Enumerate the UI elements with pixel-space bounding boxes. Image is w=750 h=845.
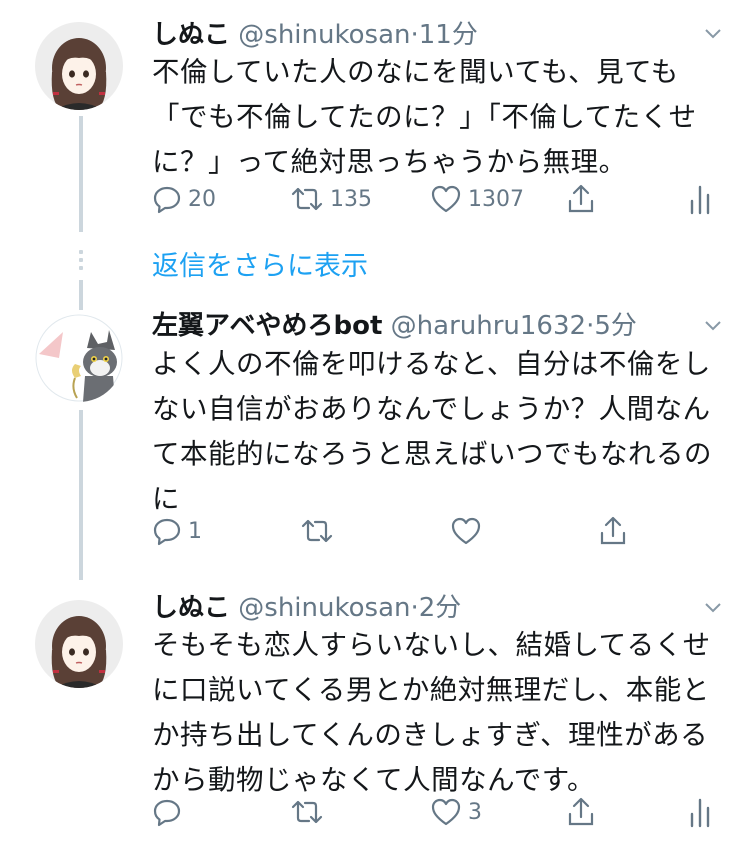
chevron-down-icon[interactable]	[704, 316, 722, 334]
user-handle[interactable]: @shinukosan	[238, 20, 410, 50]
display-name[interactable]: 左翼アベやめろbot	[152, 311, 382, 341]
separator-dot: ·	[410, 593, 419, 623]
tweet-body: よく人の不倫を叩けるなと、自分は不倫をし ない自信がおありなんでしょうか？人間な…	[152, 342, 722, 522]
analytics-icon	[690, 185, 710, 215]
separator-dot: ·	[410, 20, 419, 50]
like-button[interactable]: 1307	[430, 181, 524, 217]
reply-count: 20	[188, 186, 216, 212]
user-handle[interactable]: @haruhru1632	[391, 311, 586, 341]
chevron-down-icon[interactable]	[704, 24, 722, 42]
tweet-line: 「でも不倫してたのに？」「不倫してたくせ	[152, 101, 697, 133]
reply-count: 1	[188, 518, 202, 544]
thread-gap-dots	[79, 250, 83, 274]
share-icon	[568, 184, 594, 213]
retweet-button[interactable]: 135	[290, 181, 372, 217]
analytics-button[interactable]	[688, 794, 712, 830]
tweet-line: ない自信がおありなんでしょうか？人間なん	[152, 393, 711, 425]
display-name[interactable]: しぬこ	[152, 593, 230, 623]
share-button[interactable]	[566, 794, 596, 830]
like-count: 1307	[468, 186, 524, 212]
like-icon	[451, 517, 481, 545]
analytics-button[interactable]	[688, 181, 712, 217]
retweet-icon	[301, 519, 333, 543]
like-button[interactable]: 3	[430, 794, 482, 830]
retweet-button[interactable]	[290, 794, 330, 830]
chevron-down-icon[interactable]	[704, 598, 722, 616]
share-button[interactable]	[598, 513, 628, 549]
tweet-header: 左翼アベやめろbot @haruhru1632·5分	[152, 309, 637, 343]
analytics-icon	[690, 798, 710, 828]
retweet-icon	[291, 800, 323, 824]
tweet-time[interactable]: 11分	[419, 20, 478, 50]
like-icon	[431, 185, 461, 213]
share-icon	[600, 516, 626, 545]
avatar-girl-icon[interactable]	[35, 600, 123, 688]
tweet-time[interactable]: 2分	[419, 593, 462, 623]
tweet-actions: 20 135 1307	[152, 181, 722, 217]
share-button[interactable]	[566, 181, 596, 217]
avatar-girl-icon[interactable]	[35, 22, 123, 110]
reply-icon	[153, 518, 181, 546]
thread-line-3	[79, 410, 83, 580]
tweet-actions: 1	[152, 513, 722, 549]
tweet-header: しぬこ @shinukosan·2分	[152, 591, 461, 625]
reply-button[interactable]: 1	[152, 513, 202, 549]
tweet-line: に口説いてくる男とか絶対無理だし、本能と	[152, 674, 710, 706]
show-more-replies-link[interactable]: 返信をさらに表示	[152, 244, 368, 283]
display-name[interactable]: しぬこ	[152, 20, 230, 50]
reply-button[interactable]	[152, 794, 188, 830]
tweet-line: に？」って絶対思っちゃうから無理。	[152, 146, 627, 178]
thread-line-2	[79, 280, 83, 310]
reply-icon	[153, 186, 181, 214]
retweet-button[interactable]	[300, 513, 340, 549]
reply-icon	[153, 799, 181, 827]
tweet-line: 不倫していた人のなにを聞いても、見ても	[152, 56, 679, 88]
tweet-body: そもそも恋人すらいないし、結婚してるくせ に口説いてくる男とか絶対無理だし、本能…	[152, 623, 722, 803]
share-icon	[568, 797, 594, 826]
like-count: 3	[468, 799, 482, 825]
tweet-line: そもそも恋人すらいないし、結婚してるくせ	[152, 629, 711, 661]
tweet-line: か持ち出してくんのきしょすぎ、理性がある	[152, 719, 709, 751]
like-button[interactable]	[450, 513, 488, 549]
tweet-header: しぬこ @shinukosan·11分	[152, 18, 478, 52]
thread-line-1	[79, 116, 83, 232]
tweet-body: 不倫していた人のなにを聞いても、見ても 「でも不倫してたのに？」「不倫してたくせ…	[152, 50, 722, 185]
tweet-actions: 3	[152, 794, 722, 830]
user-handle[interactable]: @shinukosan	[238, 593, 410, 623]
tweet-line: て本能的になろうと思えばいつでもなれるの	[152, 438, 712, 470]
reply-button[interactable]: 20	[152, 181, 216, 217]
retweet-icon	[291, 187, 323, 211]
avatar-cat-icon[interactable]	[35, 314, 123, 402]
tweet-line: よく人の不倫を叩けるなと、自分は不倫をし	[152, 348, 711, 380]
like-icon	[431, 798, 461, 826]
retweet-count: 135	[330, 186, 372, 212]
tweet-time[interactable]: 5分	[594, 311, 637, 341]
